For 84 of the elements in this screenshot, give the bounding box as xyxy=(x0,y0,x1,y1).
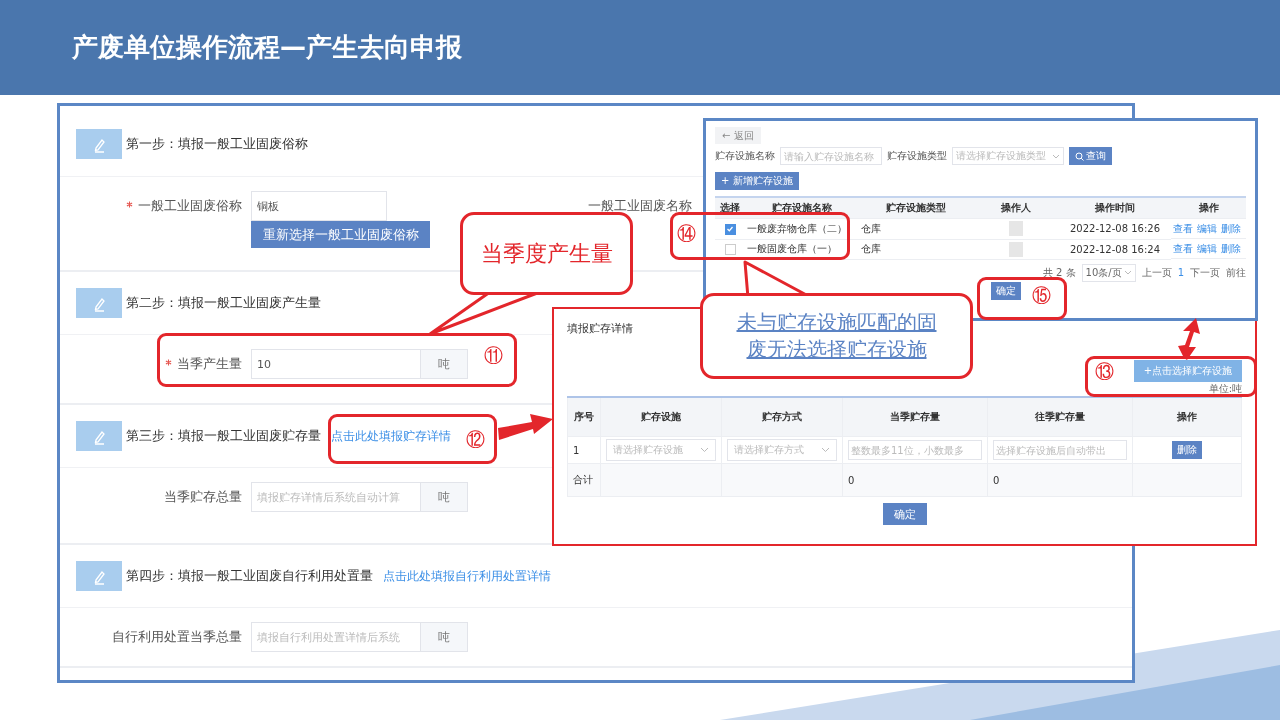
step-title: 第二步：填报一般工业固废产生量 xyxy=(126,294,321,312)
table-cell: 2022-12-08 16:24 xyxy=(1059,239,1171,259)
next-page-link[interactable]: 下一页 xyxy=(1190,265,1220,280)
step-number: ⑮ xyxy=(1032,286,1051,305)
column-header: 序号 xyxy=(567,397,601,437)
field-label: 自行利用处置当季总量 xyxy=(111,628,242,646)
page-size-select[interactable]: 10条/页 xyxy=(1081,263,1136,282)
unit-label: 单位:吨 xyxy=(1208,382,1242,396)
column-header: 贮存设施名称 xyxy=(745,197,859,219)
delete-button[interactable]: 删除 xyxy=(1172,441,1202,459)
previous-page-link[interactable]: 上一页 xyxy=(1141,265,1172,280)
confirm-button[interactable]: 确定 xyxy=(991,281,1021,300)
table-cell: 仓库 xyxy=(859,218,973,239)
callout-text: 当季度产生量 xyxy=(480,239,613,268)
input-field[interactable]: 10 xyxy=(251,349,421,379)
select-storage-button[interactable]: +点击选择贮存设施 xyxy=(1134,360,1242,382)
row-action-link[interactable]: 查看 xyxy=(1173,241,1193,256)
fill-details-link[interactable]: 点击此处填报贮存详情 xyxy=(331,427,451,445)
column-header: 贮存设施类型 xyxy=(859,197,973,219)
slide-title: 产废单位操作流程—产生去向申报 xyxy=(72,31,462,64)
table-cell: 1 xyxy=(573,444,580,456)
chevron-down-icon xyxy=(1123,270,1132,275)
input-field[interactable]: 整数最多11位，小数最多 xyxy=(848,440,982,460)
column-header: 操作 xyxy=(1171,197,1246,219)
search-icon xyxy=(1075,151,1084,161)
field-label: 一般工业固废名称 xyxy=(588,197,692,215)
row-checkbox[interactable] xyxy=(724,243,736,255)
table-cell: 一般废弃物仓库（二） xyxy=(745,218,859,239)
blurred-block xyxy=(1009,241,1023,257)
column-header: 操作 xyxy=(1132,397,1242,437)
filter-label: 贮存设施类型 xyxy=(887,149,947,163)
column-header: 往季贮存量 xyxy=(987,397,1133,437)
table-cell: 仓库 xyxy=(859,239,973,259)
field-label: 当季产生量 xyxy=(60,349,242,379)
chevron-down-icon xyxy=(821,447,830,453)
back-button[interactable]: ← 返回 xyxy=(715,127,761,144)
chevron-down-icon xyxy=(700,447,709,453)
table-cell: 0 xyxy=(993,474,1000,486)
page-number[interactable]: 1 xyxy=(1177,267,1184,278)
callout-text: 未与贮存设施匹配的固废无法选择贮存设施 xyxy=(736,309,937,363)
unit-label: 吨 xyxy=(421,622,468,652)
row-action-link[interactable]: 删除 xyxy=(1221,221,1241,236)
table-cell: 合计 xyxy=(573,474,593,485)
go-to-label: 前往 xyxy=(1226,265,1246,280)
column-header: 贮存方式 xyxy=(721,397,843,437)
double-arrow xyxy=(1178,318,1200,360)
add-storage-button[interactable]: + 新增贮存设施 xyxy=(715,172,799,190)
unit-label: 吨 xyxy=(421,349,468,379)
chevron-down-icon xyxy=(1052,153,1060,159)
column-header: 操作时间 xyxy=(1059,197,1171,219)
pencil-icon xyxy=(76,421,122,451)
filter-label: 贮存设施名称 xyxy=(715,149,775,163)
row-action-link[interactable]: 删除 xyxy=(1221,241,1241,256)
column-header: 选择 xyxy=(715,197,745,219)
panel-title: 填报贮存详情 xyxy=(567,321,633,336)
confirm-button[interactable]: 确定 xyxy=(882,503,927,525)
blurred-block xyxy=(1009,221,1023,237)
row-action-link[interactable]: 编辑 xyxy=(1197,221,1217,236)
input-field[interactable]: 铜板 xyxy=(251,191,387,221)
search-button[interactable]: 查询 xyxy=(1069,147,1112,165)
step-title: 第四步：填报一般工业固废自行利用处置量 xyxy=(126,567,373,585)
row-action-link[interactable]: 查看 xyxy=(1173,221,1193,236)
step-number: ⑫ xyxy=(466,430,485,449)
column-header: 当季贮存量 xyxy=(842,397,988,437)
column-header: 操作人 xyxy=(973,197,1059,219)
row-checkbox[interactable] xyxy=(724,223,736,235)
pencil-icon xyxy=(76,288,122,318)
field-label: 一般工业固废俗称 xyxy=(60,191,242,221)
step-number: ⑪ xyxy=(484,346,503,365)
step-number: ⑭ xyxy=(677,224,696,243)
fill-details-link[interactable]: 点击此处填报自行利用处置详情 xyxy=(383,567,551,585)
column-header: 贮存设施 xyxy=(600,397,722,437)
step-title: 第一步：填报一般工业固废俗称 xyxy=(126,135,308,153)
row-action-link[interactable]: 编辑 xyxy=(1197,241,1217,256)
pencil-icon xyxy=(76,561,122,591)
unit-label: 吨 xyxy=(421,482,468,512)
step-number: ⑬ xyxy=(1095,362,1114,381)
field-label: 当季贮存总量 xyxy=(163,488,242,506)
total-count: 共 2 条 xyxy=(1042,265,1076,280)
table-cell: 2022-12-08 16:26 xyxy=(1059,218,1171,239)
table-cell: 0 xyxy=(848,474,855,486)
reselect-button[interactable]: 重新选择一般工业固废俗称 xyxy=(251,221,430,248)
pencil-icon xyxy=(76,129,122,159)
step-title: 第三步：填报一般工业固废贮存量 xyxy=(126,427,321,445)
